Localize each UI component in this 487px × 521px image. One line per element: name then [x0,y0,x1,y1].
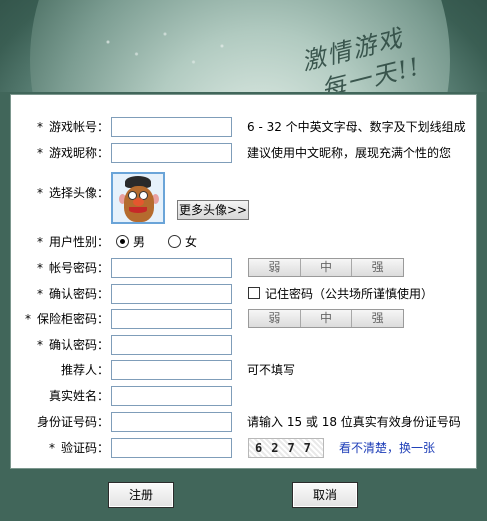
confirm-safe-password-row: * 确认密码： [11,335,476,355]
safe-password-label: * 保险柜密码： [24,312,109,326]
confirm-password-input[interactable] [111,284,232,304]
referrer-hint: 可不填写 [247,363,296,377]
password-row: * 帐号密码： 弱 中 强 [11,258,476,278]
idcard-hint: 请输入 15 或 18 位真实有效身份证号码 [247,415,461,429]
captcha-label: * 验证码： [48,441,109,455]
strength-medium: 中 [301,259,353,276]
realname-label: 真实姓名： [48,389,109,403]
gender-label: * 用户性别： [36,235,109,249]
captcha-refresh-link[interactable]: 看不清楚，换一张 [339,438,435,458]
referrer-input[interactable] [111,360,232,380]
confirm-safe-password-input[interactable] [111,335,232,355]
nickname-hint: 建议使用中文昵称，展现充满个性的您 [247,146,452,160]
required-mark: * [36,186,43,200]
nickname-row: * 游戏昵称： 建议使用中文昵称，展现充满个性的您 [11,143,476,163]
globe-lights [70,10,260,90]
avatar-preview[interactable] [111,172,165,224]
realname-input[interactable] [111,386,232,406]
required-mark: * [36,261,43,275]
strength-weak: 弱 [249,310,301,327]
idcard-input[interactable] [111,412,232,432]
required-mark: * [36,120,43,134]
required-mark: * [36,146,43,160]
required-mark: * [36,338,43,352]
password-label: * 帐号密码： [36,261,109,275]
remember-password-checkbox[interactable] [248,287,260,299]
account-input[interactable] [111,117,232,137]
password-input[interactable] [111,258,232,278]
gender-row: * 用户性别： 男 女 [11,232,476,252]
account-hint: 6 - 32 个中英文字母、数字及下划线组成 [247,120,466,134]
confirm-password-label: * 确认密码： [36,287,109,301]
captcha-row: * 验证码： 6277 看不清楚，换一张 [11,438,476,458]
referrer-label: 推荐人： [60,363,109,377]
referrer-row: 推荐人： 可不填写 [11,360,476,380]
required-mark: * [48,441,55,455]
avatar-mouth [129,207,147,213]
captcha-input[interactable] [111,438,232,458]
registration-form: * 游戏帐号： 6 - 32 个中英文字母、数字及下划线组成 * 游戏昵称： 建议使… [10,94,477,469]
remember-password-label[interactable]: 记住密码（公共场所谨慎使用） [265,284,433,304]
account-row: * 游戏帐号： 6 - 32 个中英文字母、数字及下划线组成 [11,117,476,137]
realname-row: 真实姓名： [11,386,476,406]
more-avatars-button[interactable]: 更多头像>> [177,200,249,220]
strength-weak: 弱 [249,259,301,276]
confirm-safe-password-label: * 确认密码： [36,338,109,352]
gender-male-label[interactable]: 男 [133,232,145,252]
gender-female-label[interactable]: 女 [185,232,197,252]
nickname-input[interactable] [111,143,232,163]
captcha-image[interactable]: 6277 [248,438,324,458]
strength-strong: 强 [371,311,384,325]
password-strength-meter: 弱 中 强 [248,258,404,277]
nickname-label: * 游戏昵称： [36,146,109,160]
safe-password-row: * 保险柜密码： 弱 中 强 [11,309,476,329]
required-mark: * [36,287,43,301]
gender-male-radio[interactable] [116,235,129,248]
required-mark: * [36,235,43,249]
cancel-button[interactable]: 取消 [292,482,358,508]
safe-password-strength-meter: 弱 中 强 [248,309,404,328]
strength-strong: 强 [371,260,384,274]
idcard-label: 身份证号码： [36,415,109,429]
idcard-row: 身份证号码： 请输入 15 或 18 位真实有效身份证号码 [11,412,476,432]
safe-password-input[interactable] [111,309,232,329]
gender-female-radio[interactable] [168,235,181,248]
avatar-nose [133,198,144,206]
strength-medium: 中 [301,310,353,327]
header-banner: 激情游戏 每一天!! [0,0,487,92]
register-button[interactable]: 注册 [108,482,174,508]
confirm-password-row: * 确认密码： 记住密码（公共场所谨慎使用） [11,284,476,304]
account-label: * 游戏帐号： [36,120,109,134]
avatar-label: * 选择头像： [36,186,109,200]
required-mark: * [24,312,31,326]
